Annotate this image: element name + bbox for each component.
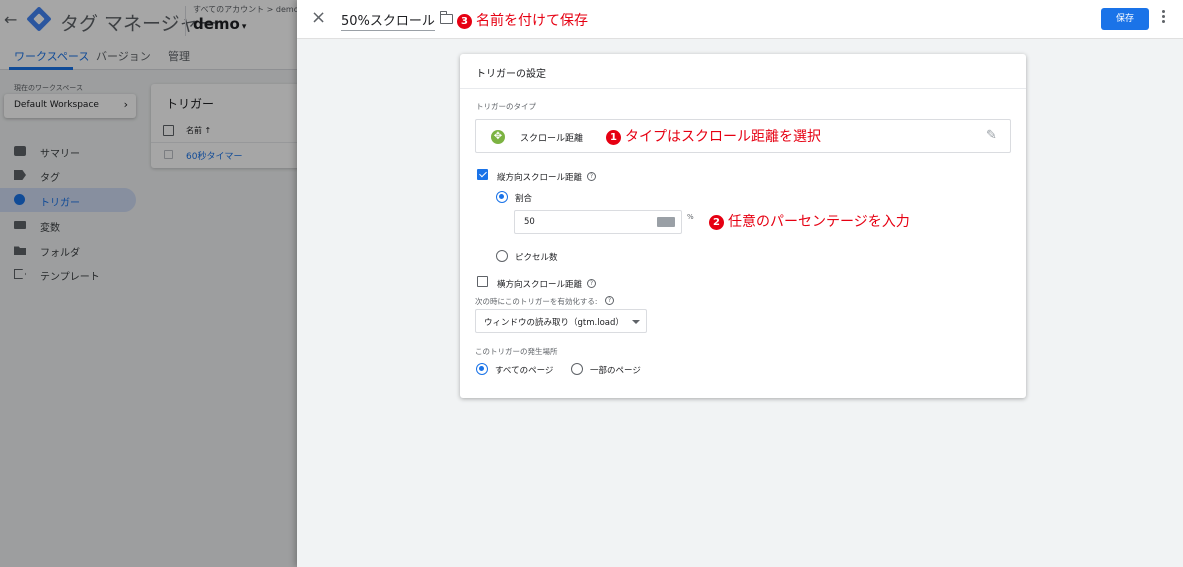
horizontal-scroll-checkbox[interactable] xyxy=(477,276,488,287)
trigger-config-card: トリガーの設定 トリガーのタイプ ✥ スクロール距離 1 タイプはスクロール距離を… xyxy=(460,54,1026,398)
enable-when-label: 次の時にこのトリガーを有効化する: xyxy=(475,297,598,306)
pencil-icon[interactable]: ✎ xyxy=(986,128,997,143)
trigger-type-label: トリガーのタイプ xyxy=(476,102,536,111)
horizontal-scroll-label: 横方向スクロール距離 xyxy=(497,280,583,290)
annotation-badge: 2 xyxy=(709,215,724,230)
annotation-text: 名前を付けて保存 xyxy=(476,13,588,29)
annotation-1: 1 タイプはスクロール距離を選択 xyxy=(606,126,821,146)
more-vert-icon[interactable] xyxy=(1160,9,1166,27)
save-button[interactable]: 保存 xyxy=(1101,8,1149,30)
annotation-badge: 1 xyxy=(606,130,621,145)
vertical-scroll-checkbox[interactable] xyxy=(477,169,488,180)
help-icon[interactable]: ? xyxy=(605,296,614,305)
percent-unit: % xyxy=(687,213,694,221)
card-title: トリガーの設定 xyxy=(476,69,546,80)
annotation-2: 2 任意のパーセンテージを入力 xyxy=(709,211,910,231)
enable-when-select[interactable]: ウィンドウの読み取り（gtm.load） xyxy=(475,309,647,333)
folder-icon[interactable] xyxy=(439,11,453,24)
some-pages-label: 一部のページ xyxy=(590,366,641,376)
annotation-text: 任意のパーセンテージを入力 xyxy=(728,214,910,230)
all-pages-label: すべてのページ xyxy=(495,366,554,376)
annotation-text: タイプはスクロール距離を選択 xyxy=(625,129,821,145)
some-pages-radio[interactable] xyxy=(571,363,583,375)
panel-header: × 50%スクロール 3 名前を付けて保存 保存 xyxy=(297,0,1183,39)
percent-radio[interactable] xyxy=(496,191,508,203)
help-icon[interactable]: ? xyxy=(587,279,596,288)
scroll-depth-icon: ✥ xyxy=(491,130,505,144)
trigger-type-selector[interactable]: ✥ スクロール距離 1 タイプはスクロール距離を選択 ✎ xyxy=(475,119,1011,153)
trigger-name-field[interactable]: 50%スクロール xyxy=(341,10,435,31)
percent-value: 50 xyxy=(524,217,535,227)
pixels-label: ピクセル数 xyxy=(515,253,558,263)
trigger-type-name: スクロール距離 xyxy=(520,134,584,144)
pixels-radio[interactable] xyxy=(496,250,508,262)
dropdown-caret-icon xyxy=(632,320,640,324)
trigger-editor-panel: × 50%スクロール 3 名前を付けて保存 保存 トリガーの設定 トリガーのタイプ… xyxy=(297,0,1183,567)
close-icon[interactable]: × xyxy=(311,7,326,28)
percent-input[interactable]: 50 xyxy=(514,210,682,234)
all-pages-radio[interactable] xyxy=(476,363,488,375)
card-divider xyxy=(460,88,1026,89)
annotation-3: 3 名前を付けて保存 xyxy=(457,10,588,30)
help-icon[interactable]: ? xyxy=(587,172,596,181)
vertical-scroll-label: 縦方向スクロール距離 xyxy=(497,173,583,183)
enable-when-value: ウィンドウの読み取り（gtm.load） xyxy=(484,318,624,328)
annotation-badge: 3 xyxy=(457,14,472,29)
fire-on-label: このトリガーの発生場所 xyxy=(475,347,558,356)
variable-picker-icon[interactable] xyxy=(657,217,675,227)
percent-label: 割合 xyxy=(515,194,533,204)
